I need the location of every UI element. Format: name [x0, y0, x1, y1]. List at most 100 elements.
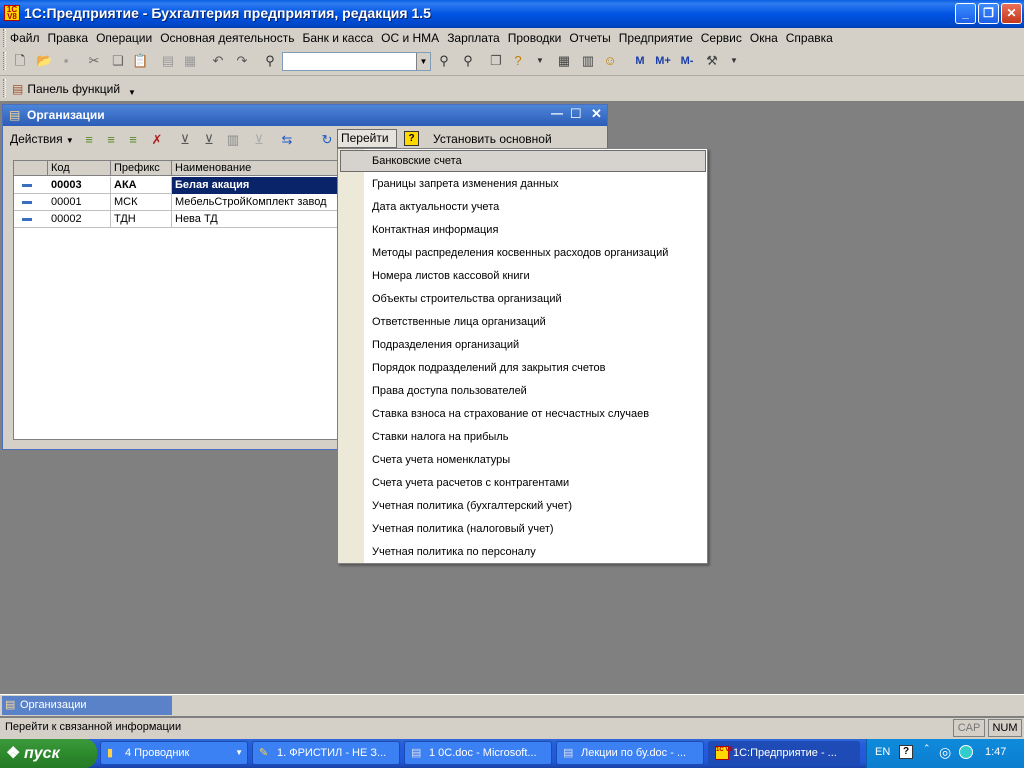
menu-salary[interactable]: Зарплата — [447, 31, 500, 45]
help-button[interactable]: ? — [404, 131, 419, 146]
chevron-down-icon[interactable]: ▼ — [416, 53, 430, 70]
undo-icon[interactable]: ↶ — [210, 53, 226, 69]
column-header-code[interactable]: Код — [48, 161, 111, 176]
goto-item[interactable]: Дата актуальности учета — [372, 196, 499, 218]
goto-item[interactable]: Ставки налога на прибыль — [372, 426, 508, 448]
clear-filter-icon[interactable]: ⊻ — [251, 132, 267, 148]
goto-item[interactable]: Номера листов кассовой книги — [372, 265, 530, 287]
table-row[interactable]: 00002 ТДН Нева ТД — [14, 211, 340, 228]
goto-item[interactable]: Ответственные лица организаций — [372, 311, 546, 333]
speaker-icon[interactable]: ◎ — [939, 744, 951, 761]
task-label: 1 0С.doc - Microsoft... — [429, 747, 537, 759]
find-prev-icon[interactable]: ⚲ — [460, 53, 476, 69]
search-input[interactable]: ▼ — [282, 52, 431, 71]
calculator-icon[interactable]: ▦ — [556, 53, 572, 69]
goto-item[interactable]: Учетная политика по персоналу — [372, 541, 536, 563]
minimize-button[interactable]: _ — [955, 3, 976, 24]
goto-menu-button[interactable]: Перейти ▼ — [337, 129, 397, 161]
new-document-icon[interactable]: 🗋 — [12, 53, 28, 69]
cut-icon[interactable]: ✂ — [86, 53, 102, 69]
org-maximize-button[interactable]: ☐ — [570, 106, 582, 122]
print-preview-icon[interactable]: ▦ — [182, 53, 198, 69]
goto-item[interactable]: Границы запрета изменения данных — [372, 173, 559, 195]
memory-minus-button[interactable]: М- — [676, 53, 698, 69]
task-explorer[interactable]: ▮ 4 Проводник ▼ — [100, 741, 248, 765]
goto-item[interactable]: Ставка взноса на страхование от несчастн… — [372, 403, 649, 425]
network-icon[interactable] — [959, 745, 973, 759]
menu-reports[interactable]: Отчеты — [569, 31, 610, 45]
menu-service[interactable]: Сервис — [701, 31, 742, 45]
memory-plus-button[interactable]: М+ — [652, 53, 674, 69]
filter-history-icon[interactable]: ▥ — [225, 132, 241, 148]
goto-item[interactable]: Права доступа пользователей — [372, 380, 527, 402]
filter-icon[interactable]: ⊻ — [177, 132, 193, 148]
refresh-icon[interactable]: ↻ — [319, 132, 335, 148]
goto-item[interactable]: Счета учета расчетов с контрагентами — [372, 472, 569, 494]
save-icon[interactable]: ▪ — [58, 53, 74, 69]
table-row[interactable]: 00003 АКА Белая акация — [14, 177, 340, 194]
task-freestyle[interactable]: ✎ 1. ФРИСТИЛ - НЕ З... — [252, 741, 400, 765]
menu-fixed-assets[interactable]: ОС и НМА — [381, 31, 439, 45]
paste-icon[interactable]: 📋 — [132, 53, 148, 69]
org-minimize-button[interactable]: — — [551, 106, 563, 120]
menu-help[interactable]: Справка — [786, 31, 833, 45]
task-1c[interactable]: 1С V8 1С:Предприятие - ... — [708, 741, 860, 765]
goto-item-bank-accounts[interactable]: Банковские счета — [372, 150, 462, 172]
menu-main-activity[interactable]: Основная деятельность — [160, 31, 294, 45]
add-item-icon[interactable]: ≡ — [81, 132, 97, 148]
menu-windows[interactable]: Окна — [750, 31, 778, 45]
windows-icon[interactable]: ❐ — [488, 53, 504, 69]
column-header-name[interactable]: Наименование — [172, 161, 340, 176]
mark-delete-icon[interactable]: ✗ — [149, 132, 165, 148]
menu-entries[interactable]: Проводки — [508, 31, 562, 45]
open-folder-icon[interactable]: 📂 — [36, 53, 52, 69]
close-button[interactable]: ✕ — [1001, 3, 1022, 24]
goto-item[interactable]: Учетная политика (налоговый учет) — [372, 518, 554, 540]
calendar-icon[interactable]: ▥ — [580, 53, 596, 69]
menu-operations[interactable]: Операции — [96, 31, 152, 45]
goto-item[interactable]: Порядок подразделений для закрытия счето… — [372, 357, 605, 379]
copy-item-icon[interactable]: ≡ — [125, 132, 141, 148]
chevron-down-icon[interactable]: ▼ — [532, 53, 548, 69]
menu-enterprise[interactable]: Предприятие — [619, 31, 693, 45]
menu-bank-cash[interactable]: Банк и касса — [302, 31, 373, 45]
add-group-icon[interactable]: ≡ — [103, 132, 119, 148]
window-tab-organizations[interactable]: ▤ Организации — [2, 696, 172, 715]
catalog-item-icon — [22, 201, 32, 204]
function-panel-button[interactable]: ▤ Панель функций ▼ — [12, 79, 136, 99]
language-indicator[interactable]: EN — [875, 746, 890, 758]
print-icon[interactable]: ▤ — [160, 53, 176, 69]
menu-edit[interactable]: Правка — [48, 31, 89, 45]
table-row[interactable]: 00001 МСК МебельСтройКомплект завод — [14, 194, 340, 211]
goto-document-icon[interactable]: ⇆ — [279, 132, 295, 148]
redo-icon[interactable]: ↷ — [234, 53, 250, 69]
org-close-button[interactable]: ✕ — [591, 106, 602, 122]
filter-by-value-icon[interactable]: ⊻ — [201, 132, 217, 148]
goto-item[interactable]: Учетная политика (бухгалтерский учет) — [372, 495, 572, 517]
find-next-icon[interactable]: ⚲ — [436, 53, 452, 69]
goto-item[interactable]: Объекты строительства организаций — [372, 288, 562, 310]
menu-file[interactable]: Файл — [10, 31, 40, 45]
clock[interactable]: 1:47 — [985, 746, 1006, 758]
chevron-up-icon[interactable]: ⌃ — [923, 743, 931, 754]
task-word-doc1[interactable]: ▤ 1 0С.doc - Microsoft... — [404, 741, 552, 765]
help-1c-icon[interactable]: ? — [510, 53, 526, 69]
goto-item[interactable]: Счета учета номенклатуры — [372, 449, 510, 471]
find-binoculars-icon[interactable]: ⚲ — [262, 53, 278, 69]
goto-item[interactable]: Подразделения организаций — [372, 334, 519, 356]
user-icon[interactable]: ☺ — [602, 53, 618, 69]
goto-item[interactable]: Контактная информация — [372, 219, 498, 241]
restore-button[interactable]: ❐ — [978, 3, 999, 24]
chevron-down-icon[interactable]: ▼ — [128, 88, 136, 97]
copy-icon[interactable]: ❏ — [110, 53, 126, 69]
task-word-doc2[interactable]: ▤ Лекции по бу.doc - ... — [556, 741, 704, 765]
set-main-button[interactable]: Установить основной — [433, 132, 552, 146]
tools-icon[interactable]: ⚒ — [704, 53, 720, 69]
start-button[interactable]: ❖ пуск — [0, 739, 97, 768]
goto-item[interactable]: Методы распределения косвенных расходов … — [372, 242, 668, 264]
column-header-prefix[interactable]: Префикс — [111, 161, 172, 176]
help-icon[interactable]: ? — [899, 745, 913, 759]
memory-m-button[interactable]: М — [632, 53, 648, 69]
actions-menu[interactable]: Действия ▼ — [10, 132, 74, 146]
chevron-down-icon[interactable]: ▼ — [726, 53, 742, 69]
